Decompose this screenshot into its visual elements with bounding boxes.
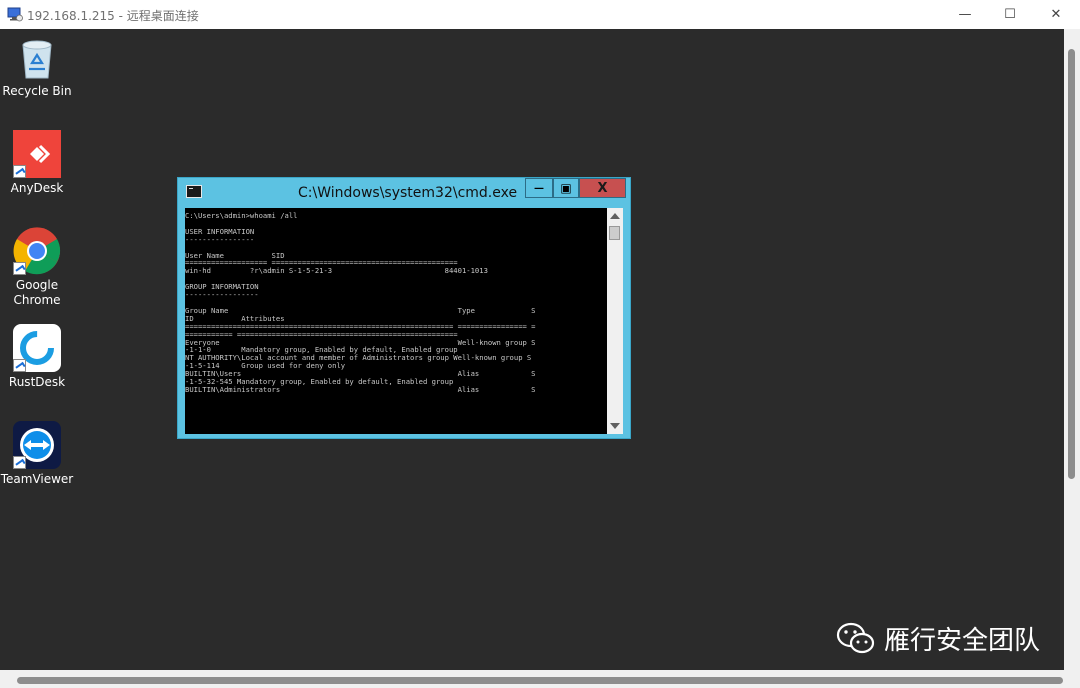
desktop-icon-chrome[interactable]: Google Chrome: [0, 227, 74, 308]
desktop-icon-rustdesk[interactable]: RustDesk: [0, 324, 74, 390]
desktop-icon-anydesk[interactable]: AnyDesk: [0, 130, 74, 196]
watermark-text: 雁行安全团队: [884, 626, 1041, 656]
watermark: 雁行安全团队: [836, 620, 1040, 657]
recycle-bin-icon: [22, 40, 52, 79]
desktop-icon-label: Recycle Bin: [2, 84, 72, 98]
remote-desktop-icon: [7, 7, 23, 22]
desktop-icon-label: RustDesk: [8, 375, 66, 389]
close-button[interactable]: ✕: [1033, 0, 1079, 29]
maximize-button[interactable]: ☐: [987, 0, 1033, 29]
cmd-scrollbar-thumb[interactable]: [609, 226, 620, 240]
window-title: 192.168.1.215 - 远程桌面连接: [27, 9, 199, 23]
rdp-title-bar: 192.168.1.215 - 远程桌面连接 — ☐ ✕: [0, 0, 1080, 30]
console-text: C:\Users\admin>whoami /all USER INFORMAT…: [185, 211, 536, 394]
shortcut-arrow-icon: [13, 359, 26, 372]
cmd-maximize-button[interactable]: ▣: [553, 178, 579, 198]
minimize-button[interactable]: —: [942, 0, 988, 29]
shortcut-arrow-icon: [13, 456, 26, 469]
shortcut-arrow-icon: [13, 262, 26, 275]
horizontal-scrollbar[interactable]: [0, 670, 1080, 688]
cmd-window[interactable]: C:\Windows\system32\cmd.exe — ▣ X C:\Use…: [177, 177, 631, 439]
cmd-minimize-button[interactable]: —: [525, 178, 553, 198]
scroll-down-arrow-icon[interactable]: [610, 423, 620, 429]
vertical-scrollbar-thumb[interactable]: [1068, 49, 1075, 479]
cmd-close-button[interactable]: X: [579, 178, 626, 198]
desktop-icon-recycle-bin[interactable]: Recycle Bin: [0, 33, 74, 99]
cmd-window-title: C:\Windows\system32\cmd.exe: [298, 185, 518, 201]
horizontal-scrollbar-thumb[interactable]: [17, 677, 1063, 684]
desktop-icon-teamviewer[interactable]: TeamViewer: [0, 421, 74, 487]
desktop-icon-label: Google Chrome: [13, 278, 61, 307]
shortcut-arrow-icon: [13, 165, 26, 178]
console-icon: [186, 185, 202, 198]
scroll-up-arrow-icon[interactable]: [610, 213, 620, 219]
wechat-icon: [836, 622, 875, 653]
cmd-scrollbar[interactable]: [607, 208, 623, 434]
desktop-icon-label: AnyDesk: [10, 181, 64, 195]
console-output-area[interactable]: C:\Users\admin>whoami /all USER INFORMAT…: [185, 208, 607, 434]
vertical-scrollbar[interactable]: [1064, 29, 1080, 670]
desktop-icon-label: TeamViewer: [0, 472, 74, 486]
